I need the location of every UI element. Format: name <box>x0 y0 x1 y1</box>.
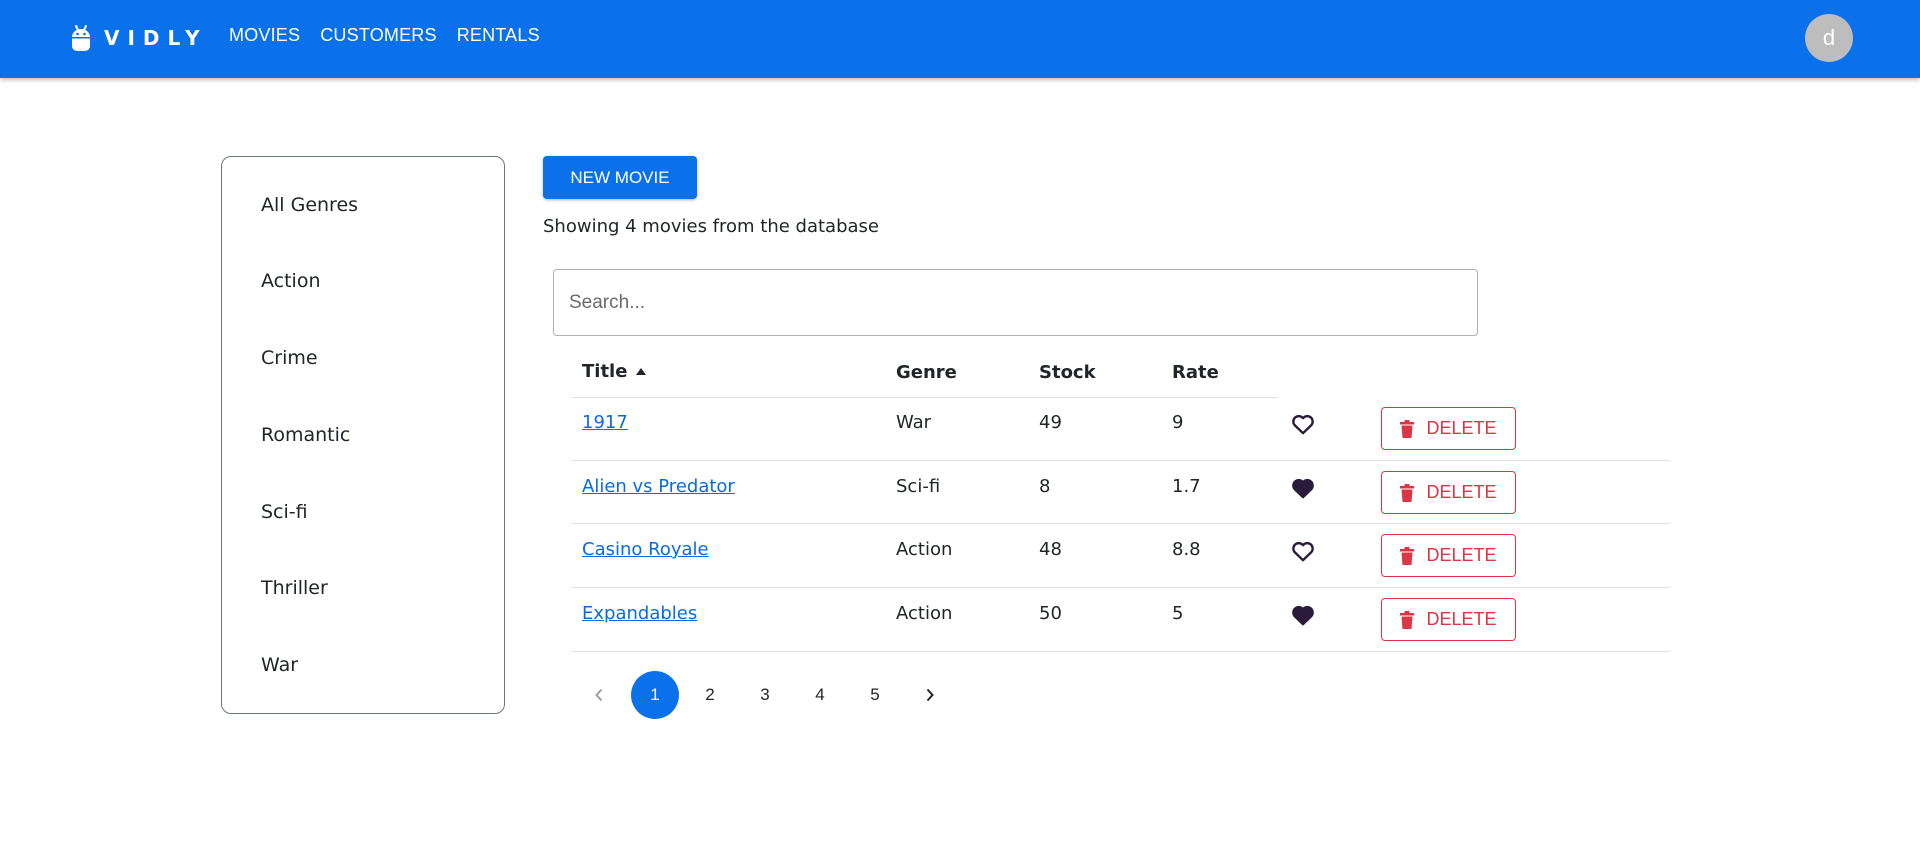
brand[interactable]: VIDLY <box>70 24 208 52</box>
row-divider <box>571 460 1670 461</box>
movie-rate: 9 <box>1172 412 1184 433</box>
heart-filled-icon[interactable] <box>1289 602 1317 628</box>
row-divider <box>571 587 1670 588</box>
column-header-title[interactable]: Title <box>582 361 627 382</box>
heart-filled-icon[interactable] <box>1289 475 1317 501</box>
delete-label: DELETE <box>1426 418 1497 438</box>
page-button-2[interactable]: 2 <box>686 671 734 719</box>
heart-outline-icon[interactable] <box>1289 411 1317 437</box>
brand-name: VIDLY <box>104 26 208 50</box>
page-button-3[interactable]: 3 <box>741 671 789 719</box>
movies-count-summary: Showing 4 movies from the database <box>543 216 879 237</box>
main-nav: MOVIES CUSTOMERS RENTALS <box>229 25 560 46</box>
genre-item-crime[interactable]: Crime <box>261 347 318 369</box>
new-movie-button[interactable]: NEW MOVIE <box>543 156 697 199</box>
movie-title-link[interactable]: 1917 <box>582 412 628 433</box>
next-page-button[interactable] <box>906 671 954 719</box>
trash-icon <box>1400 483 1415 502</box>
column-header-stock[interactable]: Stock <box>1039 362 1096 383</box>
delete-button[interactable]: DELETE <box>1381 407 1516 450</box>
heart-outline-icon[interactable] <box>1289 538 1317 564</box>
sort-ascending-icon <box>636 368 646 375</box>
delete-button[interactable]: DELETE <box>1381 598 1516 641</box>
movie-genre: Sci-fi <box>896 476 941 497</box>
delete-label: DELETE <box>1426 545 1497 565</box>
delete-button[interactable]: DELETE <box>1381 471 1516 514</box>
delete-label: DELETE <box>1426 482 1497 502</box>
row-divider <box>571 651 1670 652</box>
column-header-genre[interactable]: Genre <box>896 362 957 383</box>
chevron-left-icon <box>595 688 603 702</box>
movie-stock: 49 <box>1039 412 1062 433</box>
row-divider <box>571 523 1670 524</box>
genre-item-war[interactable]: War <box>261 654 298 676</box>
search-input[interactable] <box>553 269 1478 336</box>
page-button-1[interactable]: 1 <box>631 671 679 719</box>
movie-stock: 50 <box>1039 603 1062 624</box>
movie-title-link[interactable]: Expandables <box>582 603 697 624</box>
movie-genre: Action <box>896 603 953 624</box>
app-header: VIDLY MOVIES CUSTOMERS RENTALS d <box>0 0 1920 78</box>
genre-list: All Genres Action Crime Romantic Sci-fi … <box>221 156 505 714</box>
movie-stock: 48 <box>1039 539 1062 560</box>
movie-title-link[interactable]: Casino Royale <box>582 539 709 560</box>
trash-icon <box>1400 546 1415 565</box>
movie-rate: 5 <box>1172 603 1184 624</box>
trash-icon <box>1400 419 1415 438</box>
trash-icon <box>1400 610 1415 629</box>
previous-page-button[interactable] <box>575 671 623 719</box>
movie-genre: Action <box>896 539 953 560</box>
delete-label: DELETE <box>1426 609 1497 629</box>
genre-item-romantic[interactable]: Romantic <box>261 424 350 446</box>
android-logo-icon <box>72 25 90 51</box>
genre-item-all[interactable]: All Genres <box>261 194 358 216</box>
delete-button[interactable]: DELETE <box>1381 534 1516 577</box>
movie-rate: 1.7 <box>1172 476 1201 497</box>
nav-customers[interactable]: CUSTOMERS <box>320 25 436 46</box>
movie-rate: 8.8 <box>1172 539 1201 560</box>
page-button-4[interactable]: 4 <box>796 671 844 719</box>
nav-movies[interactable]: MOVIES <box>229 25 300 46</box>
genre-item-scifi[interactable]: Sci-fi <box>261 501 308 523</box>
genre-item-thriller[interactable]: Thriller <box>261 577 328 599</box>
movie-stock: 8 <box>1039 476 1051 497</box>
movie-genre: War <box>896 412 932 433</box>
genre-item-action[interactable]: Action <box>261 270 321 292</box>
table-header-divider <box>571 397 1278 398</box>
movie-title-link[interactable]: Alien vs Predator <box>582 476 735 497</box>
page-button-5[interactable]: 5 <box>851 671 899 719</box>
column-header-rate[interactable]: Rate <box>1172 362 1219 383</box>
nav-rentals[interactable]: RENTALS <box>457 25 540 46</box>
user-avatar[interactable]: d <box>1805 14 1853 62</box>
chevron-right-icon <box>926 688 934 702</box>
